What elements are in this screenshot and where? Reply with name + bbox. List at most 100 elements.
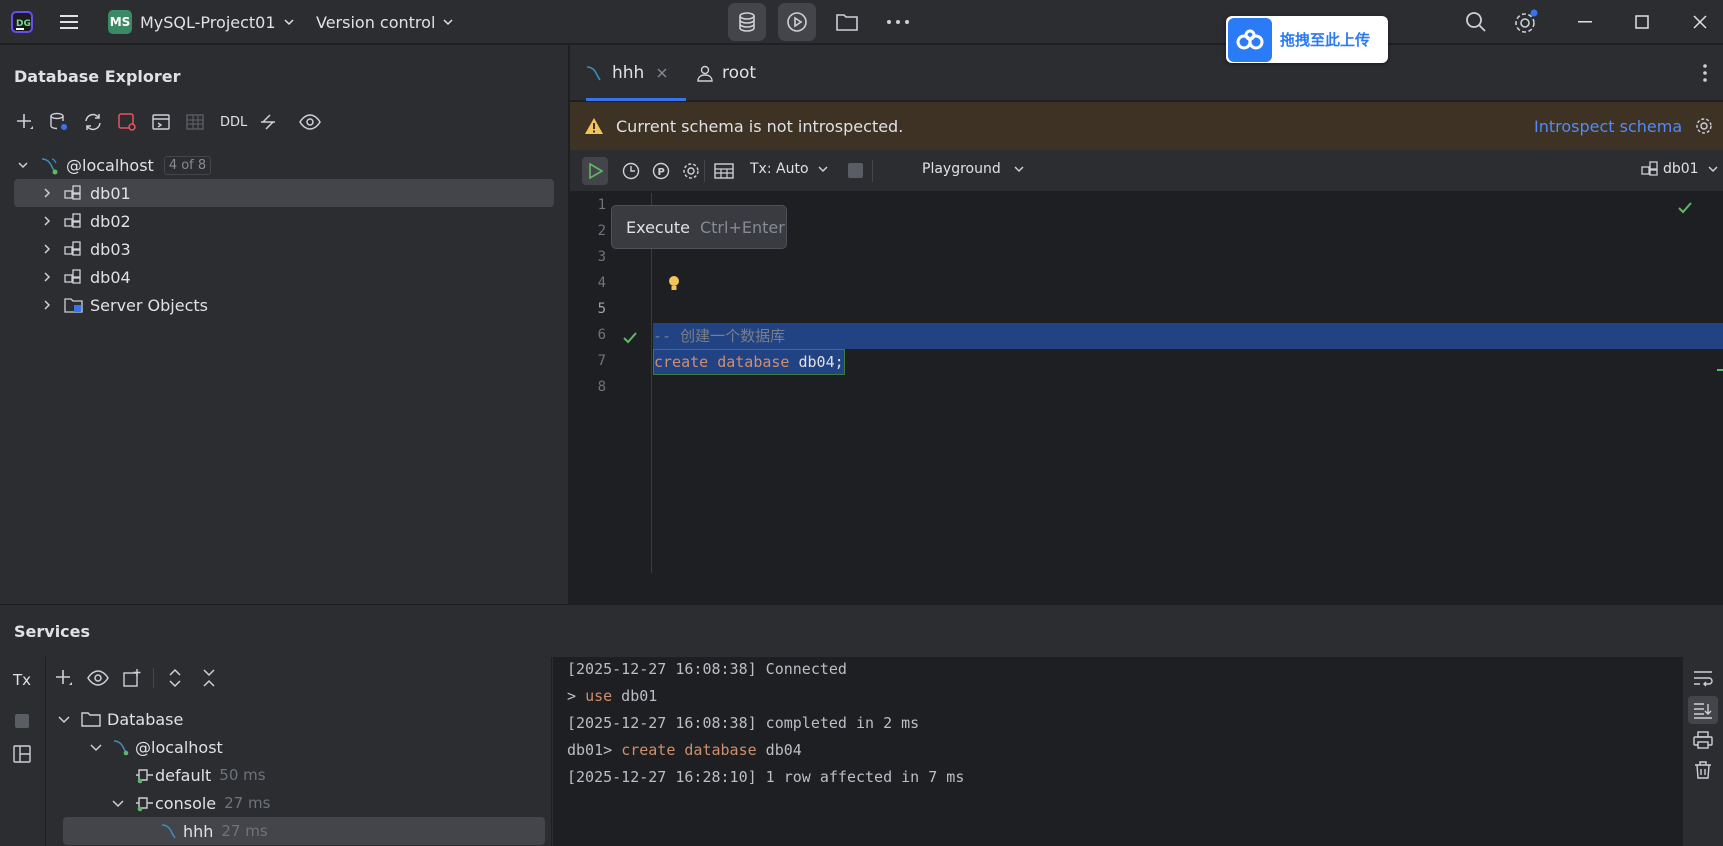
settings-icon[interactable] — [682, 162, 700, 180]
sql-semicolon: ; — [834, 353, 844, 371]
tree-node-server-objects[interactable]: Server Objects — [14, 291, 208, 319]
search-icon[interactable] — [1464, 0, 1488, 44]
upload-drop-target[interactable]: 拖拽至此上传 — [1226, 16, 1388, 63]
stop-icon[interactable] — [848, 163, 863, 178]
chevron-right-icon[interactable] — [38, 240, 56, 258]
tx-mode-label: Tx: Auto — [750, 161, 809, 177]
trash-icon[interactable] — [1694, 761, 1712, 779]
console-toolbar — [1683, 657, 1723, 846]
refresh-icon[interactable] — [80, 109, 106, 135]
chevron-down-icon[interactable] — [111, 796, 125, 810]
schema-selector[interactable]: db01 — [1641, 161, 1719, 177]
tab-root[interactable]: root — [696, 45, 756, 101]
layout-icon[interactable] — [13, 745, 31, 763]
collapse-all-icon[interactable] — [196, 665, 222, 691]
sql-comment: -- 创建一个数据库 — [653, 327, 786, 345]
settings-icon[interactable] — [1513, 0, 1539, 44]
tab-hhh[interactable]: hhh — [586, 45, 686, 101]
panel-title: Database Explorer — [14, 67, 181, 86]
service-label: hhh — [183, 821, 214, 841]
console-output[interactable]: [2025-12-27 16:08:38] Connected > use db… — [553, 657, 1683, 846]
add-icon[interactable] — [51, 665, 77, 691]
tree-node-db02[interactable]: db02 — [14, 207, 131, 235]
view-options-icon[interactable] — [85, 665, 111, 691]
upload-label: 拖拽至此上传 — [1280, 31, 1371, 49]
toolbar-divider — [153, 668, 154, 688]
line-number: 8 — [597, 379, 606, 395]
chevron-down-icon — [817, 166, 828, 173]
service-node-database[interactable]: Database — [57, 705, 183, 733]
execute-icon[interactable] — [582, 157, 608, 185]
print-icon[interactable] — [1693, 731, 1713, 749]
maximize-icon[interactable] — [1617, 0, 1667, 44]
introspect-schema-link[interactable]: Introspect schema — [1534, 117, 1682, 136]
code-editor[interactable]: -- 创建一个数据库 create database db04; — [653, 193, 1723, 573]
checkmark-icon — [1678, 202, 1692, 214]
disconnect-icon[interactable] — [114, 109, 140, 135]
tree-node-db03[interactable]: db03 — [14, 235, 131, 263]
app-logo-icon[interactable]: DG — [10, 0, 34, 44]
service-node-console[interactable]: console 27 ms — [111, 789, 270, 817]
results-table-icon[interactable] — [714, 162, 734, 180]
service-node-hhh[interactable]: hhh 27 ms — [63, 817, 545, 845]
chevron-right-icon[interactable] — [38, 268, 56, 286]
tx-button[interactable]: Tx — [13, 671, 31, 689]
project-selector[interactable]: MS MySQL-Project01 — [108, 0, 296, 44]
chevron-down-icon[interactable] — [89, 740, 103, 754]
playground-dropdown[interactable]: Playground — [922, 161, 1025, 177]
close-icon[interactable] — [1675, 0, 1723, 44]
chevron-right-icon[interactable] — [38, 184, 56, 202]
chevron-down-icon[interactable] — [57, 712, 71, 726]
version-control-menu[interactable]: Version control — [316, 0, 455, 44]
database-icon[interactable] — [728, 3, 766, 41]
close-tab-icon[interactable] — [656, 67, 668, 79]
jump-to-console-icon[interactable] — [148, 109, 174, 135]
service-node-default[interactable]: default 50 ms — [135, 761, 266, 789]
table-icon[interactable] — [182, 109, 208, 135]
schema-icon — [64, 213, 82, 229]
tx-mode-dropdown[interactable]: Tx: Auto — [750, 161, 829, 177]
add-icon[interactable] — [12, 109, 38, 135]
database-explorer-panel: Database Explorer DDL @localhost 4 of 8 … — [0, 45, 569, 604]
editor-toolbar: P Tx: Auto Playground db01 — [570, 150, 1723, 192]
user-icon — [697, 65, 713, 82]
service-node-localhost[interactable]: @localhost — [89, 733, 223, 761]
folder-icon[interactable] — [835, 0, 859, 44]
ddl-button[interactable]: DDL — [220, 115, 247, 130]
chevron-right-icon[interactable] — [38, 212, 56, 230]
tree-label: db04 — [90, 267, 131, 287]
tree-node-db04[interactable]: db04 — [14, 263, 131, 291]
service-label: console — [155, 793, 217, 813]
hamburger-icon[interactable] — [58, 0, 80, 44]
history-icon[interactable] — [622, 162, 640, 180]
console-line: [2025-12-27 16:08:38] Connected — [567, 660, 847, 678]
tree-label: db01 — [90, 183, 131, 203]
chevron-right-icon[interactable] — [38, 296, 56, 314]
view-options-icon[interactable] — [297, 109, 323, 135]
minimize-icon[interactable] — [1560, 0, 1610, 44]
services-sidebar: Tx — [0, 657, 46, 846]
explain-plan-icon[interactable]: P — [652, 162, 670, 180]
more-icon[interactable] — [886, 0, 910, 44]
line-number: 5 — [597, 301, 606, 317]
lightbulb-icon[interactable] — [667, 275, 681, 293]
soft-wrap-icon[interactable] — [1693, 669, 1713, 687]
schema-icon — [64, 269, 82, 285]
stop-icon[interactable] — [15, 714, 29, 728]
data-source-properties-icon[interactable] — [46, 109, 72, 135]
run-services-icon[interactable] — [778, 3, 816, 41]
tab-label: hhh — [612, 63, 645, 83]
tree-node-db01[interactable]: db01 — [14, 179, 554, 207]
tree-node-localhost[interactable]: @localhost 4 of 8 — [14, 151, 212, 179]
expand-all-icon[interactable] — [162, 665, 188, 691]
scroll-to-end-icon[interactable] — [1688, 696, 1718, 724]
chevron-down-icon[interactable] — [14, 156, 32, 174]
mysql-icon — [40, 155, 60, 175]
collapse-icon[interactable] — [255, 109, 281, 135]
warning-text: Current schema is not introspected. — [616, 116, 904, 136]
sql-identifier: db04 — [798, 353, 835, 371]
gear-icon[interactable] — [1695, 117, 1713, 135]
more-vertical-icon[interactable] — [1702, 45, 1708, 101]
host-count-badge: 4 of 8 — [163, 155, 212, 175]
new-tab-icon[interactable] — [119, 665, 145, 691]
